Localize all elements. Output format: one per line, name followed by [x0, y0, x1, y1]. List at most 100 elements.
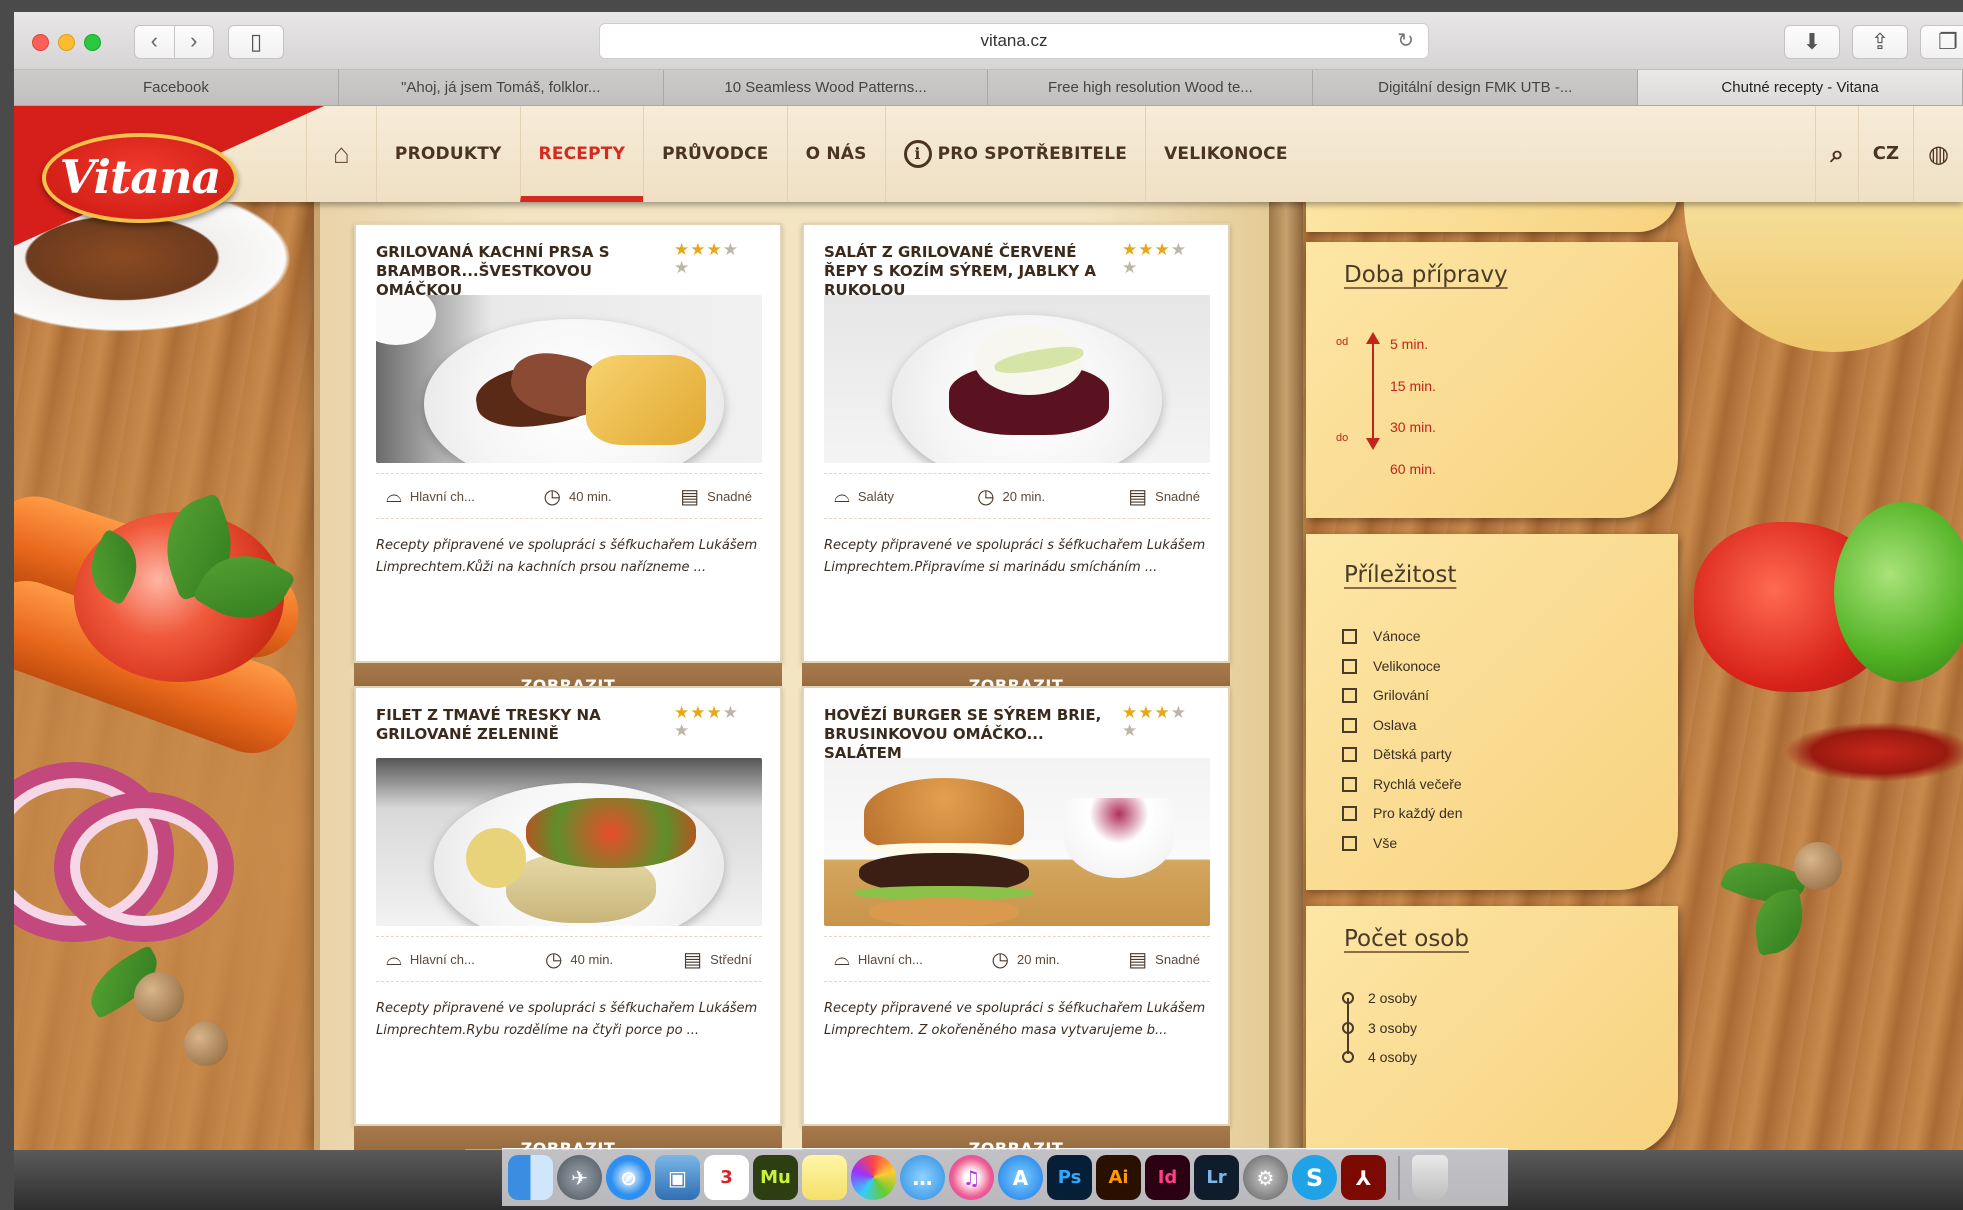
tab-bar: Facebook "Ahoj, já jsem Tomáš, folklor..… — [14, 70, 1963, 106]
checkbox[interactable] — [1342, 628, 1357, 644]
checkbox[interactable] — [1342, 805, 1357, 821]
show-recipe-button[interactable]: ZOBRAZIT — [802, 1126, 1230, 1150]
time-option[interactable]: 15 min. — [1390, 378, 1436, 394]
recipe-title[interactable]: GRILOVANÁ KACHNÍ PRSA S BRAMBOR...ŠVESTK… — [376, 243, 676, 300]
tabs-overview-icon[interactable]: ❐ — [1920, 25, 1963, 59]
lightroom-icon[interactable]: Lr — [1194, 1155, 1239, 1200]
tab-ahoj-tomas[interactable]: "Ahoj, já jsem Tomáš, folklor... — [338, 70, 664, 105]
trash-icon[interactable] — [1412, 1155, 1448, 1200]
persons-filter: Počet osob 2 osoby 3 osoby 4 osoby — [1306, 906, 1678, 1150]
recipe-title[interactable]: FILET Z TMAVÉ TRESKY NA GRILOVANÉ ZELENI… — [376, 706, 676, 744]
tab-wood-patterns[interactable]: 10 Seamless Wood Patterns... — [663, 70, 989, 105]
nav-produkty[interactable]: PRODUKTY — [375, 106, 520, 202]
muse-icon[interactable]: Mu — [753, 1155, 798, 1200]
globe-icon[interactable]: ◍ — [1913, 106, 1963, 202]
skype-icon[interactable]: S — [1292, 1155, 1337, 1200]
persons-option[interactable]: 3 osoby — [1342, 1020, 1417, 1036]
occasion-option[interactable]: Pro každý den — [1342, 805, 1463, 821]
recipe-photo-beet-salad[interactable] — [824, 295, 1210, 463]
time-option[interactable]: 5 min. — [1390, 336, 1428, 352]
radio-button[interactable] — [1342, 1051, 1354, 1063]
checkbox[interactable] — [1342, 717, 1357, 733]
launchpad-icon[interactable]: ✈ — [557, 1155, 602, 1200]
nav-pro-spotrebitele[interactable]: i PRO SPOTŘEBITELE — [884, 106, 1146, 202]
recipe-card: SALÁT Z GRILOVANÉ ČERVENÉ ŘEPY S KOZÍM S… — [802, 223, 1230, 709]
slider-handle-top[interactable] — [1366, 332, 1380, 344]
messages-icon[interactable]: … — [900, 1155, 945, 1200]
tab-wood-textures[interactable]: Free high resolution Wood te... — [988, 70, 1314, 105]
recipe-photo-duck[interactable] — [376, 295, 762, 463]
recipe-meta: ⌓ Hlavní ch... ◷ 20 min. ▤ Snadné — [824, 936, 1210, 982]
forward-icon[interactable]: › — [175, 26, 214, 58]
main-nav: ⌂ PRODUKTY RECEPTY PRŮVODCE O NÁS i PRO … — [306, 106, 1306, 202]
recipe-category: Hlavní ch... — [857, 951, 923, 967]
illustrator-icon[interactable]: Ai — [1096, 1155, 1141, 1200]
vitana-logo[interactable]: Vitana — [42, 133, 238, 223]
occasion-option[interactable]: Grilování — [1342, 687, 1429, 703]
slider-handle-bottom[interactable] — [1366, 438, 1380, 450]
occasion-title: Příležitost — [1344, 562, 1457, 588]
reload-icon[interactable]: ↻ — [1397, 24, 1414, 58]
nav-velikonoce[interactable]: VELIKONOCE — [1145, 106, 1306, 202]
share-icon[interactable]: ⇪ — [1852, 25, 1908, 59]
downloads-icon[interactable]: ⬇ — [1784, 25, 1840, 59]
checkbox[interactable] — [1342, 746, 1357, 762]
recipe-photo-burger[interactable] — [824, 758, 1210, 926]
nav-pruvodce[interactable]: PRŮVODCE — [643, 106, 786, 202]
persons-option[interactable]: 4 osoby — [1342, 1049, 1417, 1065]
language-switch[interactable]: CZ — [1857, 106, 1913, 202]
photoshop-icon[interactable]: Ps — [1047, 1155, 1092, 1200]
recipe-title[interactable]: SALÁT Z GRILOVANÉ ČERVENÉ ŘEPY S KOZÍM S… — [824, 243, 1124, 300]
home-icon[interactable]: ⌂ — [306, 106, 376, 202]
system-preferences-icon[interactable]: ⚙ — [1243, 1155, 1288, 1200]
tab-chutne-recepty[interactable]: Chutné recepty - Vitana — [1638, 70, 1963, 105]
search-icon[interactable]: ⌕ — [1815, 106, 1857, 202]
itunes-icon[interactable]: ♫ — [949, 1155, 994, 1200]
recipe-difficulty: Snadné — [1155, 488, 1200, 504]
zoom-window-button[interactable] — [84, 34, 101, 51]
occasion-option[interactable]: Rychlá večeře — [1342, 776, 1462, 792]
indesign-icon[interactable]: Id — [1145, 1155, 1190, 1200]
preview-icon[interactable]: ▣ — [655, 1155, 700, 1200]
finder-icon[interactable] — [508, 1155, 553, 1200]
occasion-option[interactable]: Vánoce — [1342, 628, 1420, 644]
occasion-option[interactable]: Velikonoce — [1342, 658, 1441, 674]
back-icon[interactable]: ‹ — [135, 26, 175, 58]
tab-digitalni-design[interactable]: Digitální design FMK UTB -... — [1313, 70, 1639, 105]
close-window-button[interactable] — [32, 34, 49, 51]
recipe-title[interactable]: HOVĚZÍ BURGER SE SÝREM BRIE, BRUSINKOVOU… — [824, 706, 1124, 763]
time-option[interactable]: 60 min. — [1390, 461, 1436, 477]
url-bar[interactable]: vitana.cz ↻ — [599, 23, 1429, 59]
checkbox[interactable] — [1342, 776, 1357, 792]
calendar-icon[interactable]: 3 — [704, 1155, 749, 1200]
checkbox[interactable] — [1342, 835, 1357, 851]
persons-option[interactable]: 2 osoby — [1342, 990, 1417, 1006]
nav-recepty[interactable]: RECEPTY — [519, 106, 644, 202]
photos-icon[interactable] — [851, 1155, 896, 1200]
time-option[interactable]: 30 min. — [1390, 419, 1436, 435]
cloche-icon: ⌓ — [834, 484, 850, 507]
notes-icon[interactable] — [802, 1155, 847, 1200]
minimize-window-button[interactable] — [58, 34, 75, 51]
occasion-option[interactable]: Vše — [1342, 835, 1397, 851]
show-recipe-button[interactable]: ZOBRAZIT — [354, 1126, 782, 1150]
recipe-description: Recepty připravené ve spolupráci s šéfku… — [824, 538, 1206, 575]
acrobat-icon[interactable]: ⅄ — [1341, 1155, 1386, 1200]
app-store-icon[interactable]: A — [998, 1155, 1043, 1200]
occasion-option[interactable]: Oslava — [1342, 717, 1417, 733]
time-range-slider[interactable] — [1366, 332, 1380, 450]
checkbox[interactable] — [1342, 658, 1357, 674]
checkbox[interactable] — [1342, 687, 1357, 703]
sidebar-toggle-icon[interactable]: ▯ — [228, 25, 284, 59]
rating-stars: ★★★★ ★ — [1122, 703, 1187, 740]
clock-icon: ◷ — [977, 485, 995, 508]
radio-button[interactable] — [1342, 992, 1354, 1004]
recipe-photo-cod[interactable] — [376, 758, 762, 926]
radio-button[interactable] — [1342, 1022, 1354, 1034]
safari-icon[interactable]: ⊘ — [606, 1155, 651, 1200]
nav-o-nas[interactable]: O NÁS — [786, 106, 885, 202]
occasion-option[interactable]: Dětská party — [1342, 746, 1452, 762]
tab-facebook[interactable]: Facebook — [14, 70, 339, 105]
prep-time-title: Doba přípravy — [1344, 262, 1508, 288]
history-nav: ‹ › — [134, 25, 214, 59]
